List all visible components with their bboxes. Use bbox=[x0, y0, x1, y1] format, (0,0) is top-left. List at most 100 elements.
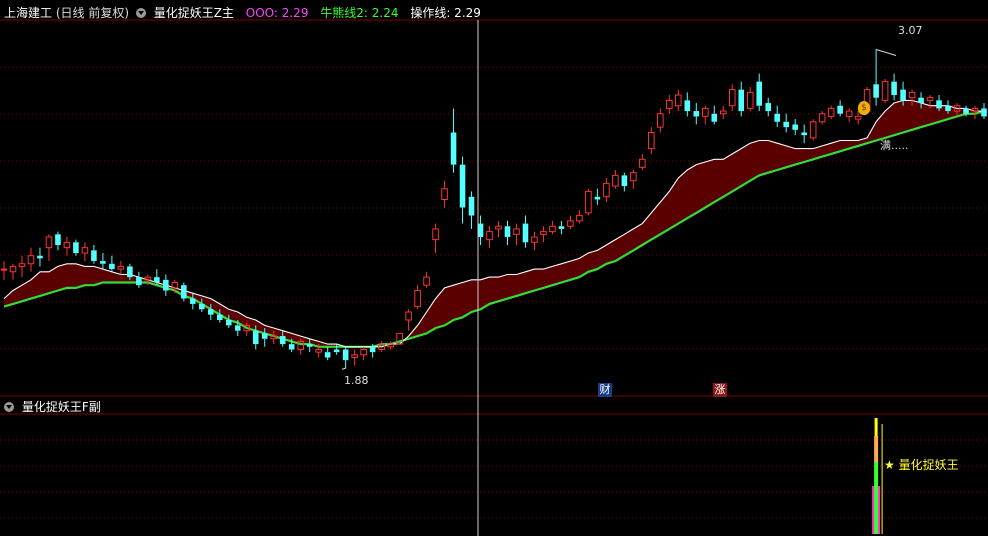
candle-body bbox=[818, 113, 826, 123]
candle-body bbox=[127, 266, 133, 278]
main-indicator-name[interactable]: 量化捉妖王Z主 bbox=[154, 4, 234, 22]
zhang-badge[interactable]: 涨 bbox=[713, 383, 727, 397]
candle-body bbox=[837, 105, 843, 114]
candle-body bbox=[117, 265, 125, 270]
candle-body bbox=[701, 107, 709, 117]
ribbon-segment bbox=[732, 148, 742, 192]
ribbon-segment bbox=[884, 102, 895, 139]
ribbon-segment bbox=[687, 164, 697, 219]
chevron-down-icon[interactable] bbox=[135, 8, 146, 18]
candle bbox=[792, 119, 798, 136]
period-label[interactable]: (日线 前复权) bbox=[56, 4, 129, 22]
candle-body bbox=[854, 115, 862, 120]
ribbon-segment bbox=[776, 142, 787, 171]
candle-body bbox=[181, 285, 187, 299]
ribbon-segment bbox=[489, 276, 499, 305]
sub-header: 量化捉妖王F副 bbox=[0, 398, 988, 416]
signal-bar-green bbox=[874, 462, 879, 534]
candle-body bbox=[450, 132, 457, 165]
candle bbox=[981, 103, 987, 120]
candle bbox=[73, 239, 79, 256]
candle-body bbox=[567, 220, 574, 227]
ribbon-segment bbox=[749, 140, 760, 182]
candle bbox=[845, 108, 853, 122]
candle-body bbox=[27, 255, 35, 265]
candle bbox=[18, 255, 26, 278]
candle bbox=[657, 108, 664, 133]
candle bbox=[827, 105, 835, 120]
high-marker-line bbox=[875, 48, 897, 56]
candle-body bbox=[495, 225, 502, 230]
candle-body bbox=[324, 352, 331, 358]
candle-body bbox=[918, 97, 924, 104]
candle bbox=[504, 220, 511, 245]
candle bbox=[450, 108, 457, 173]
candle bbox=[675, 89, 682, 112]
candle bbox=[719, 105, 727, 120]
candle-body bbox=[234, 325, 241, 331]
sub-indicator-name[interactable]: 量化捉妖王F副 bbox=[22, 398, 101, 416]
candle-body bbox=[612, 174, 619, 187]
chart-stage[interactable]: 上海建工 (日线 前复权) 量化捉妖王Z主 OOO: 2.29 牛熊线2: 2.… bbox=[0, 0, 988, 536]
signal-label: ★ 量化捉妖王 bbox=[884, 458, 959, 472]
candle bbox=[360, 346, 367, 361]
signal-bar-orange bbox=[874, 436, 879, 462]
candle-body bbox=[845, 110, 853, 117]
candle-body bbox=[477, 223, 484, 237]
candle-body bbox=[657, 113, 664, 128]
candle bbox=[594, 188, 601, 205]
candle-body bbox=[908, 91, 916, 99]
candle bbox=[558, 220, 565, 235]
candle bbox=[342, 346, 349, 369]
candle-body bbox=[387, 343, 394, 348]
candle bbox=[666, 95, 673, 114]
candle bbox=[91, 245, 97, 264]
candle-body bbox=[531, 236, 538, 243]
kline-chart[interactable] bbox=[0, 0, 988, 536]
candle bbox=[181, 282, 187, 302]
chevron-down-icon[interactable] bbox=[4, 402, 14, 412]
candle-body bbox=[0, 268, 8, 271]
candle bbox=[801, 124, 807, 144]
candle-body bbox=[540, 231, 547, 235]
candle-body bbox=[81, 247, 89, 254]
stock-name[interactable]: 上海建工 bbox=[4, 4, 52, 22]
candle bbox=[405, 309, 412, 331]
candle bbox=[837, 100, 843, 117]
ribbon-segment bbox=[516, 271, 526, 297]
high-price-label: 3.07 bbox=[898, 24, 923, 37]
candles bbox=[0, 49, 987, 369]
candle-body bbox=[351, 354, 358, 359]
candle-body bbox=[190, 298, 196, 304]
low-price-label: 1.88 bbox=[344, 374, 369, 387]
candle-body bbox=[585, 190, 592, 214]
candle bbox=[27, 247, 35, 272]
candle bbox=[55, 231, 61, 251]
ribbon-segment bbox=[740, 142, 751, 187]
candle-body bbox=[405, 311, 412, 321]
candle-body bbox=[963, 108, 969, 114]
cai-badge[interactable]: 财 bbox=[598, 383, 612, 397]
ribbon-segment bbox=[507, 274, 517, 299]
candle bbox=[693, 103, 700, 125]
ribbon-segment bbox=[66, 263, 77, 289]
candle-body bbox=[926, 97, 934, 101]
candle-body bbox=[711, 113, 718, 122]
candle-body bbox=[594, 196, 601, 200]
candle bbox=[701, 105, 709, 125]
candle-body bbox=[630, 172, 637, 182]
ribbon-segment bbox=[758, 140, 769, 176]
candle-body bbox=[315, 348, 322, 353]
candle bbox=[432, 223, 439, 254]
candle bbox=[468, 191, 475, 229]
candle-body bbox=[414, 290, 421, 308]
candle-body bbox=[746, 91, 754, 109]
ribbon-segment bbox=[75, 263, 86, 289]
candle bbox=[756, 73, 763, 112]
ribbon-segment bbox=[498, 274, 508, 302]
candle-body bbox=[549, 225, 556, 233]
candle-body bbox=[945, 105, 951, 112]
candle-body bbox=[783, 121, 789, 128]
candle-body bbox=[621, 175, 628, 187]
signal-bar bbox=[872, 418, 883, 534]
